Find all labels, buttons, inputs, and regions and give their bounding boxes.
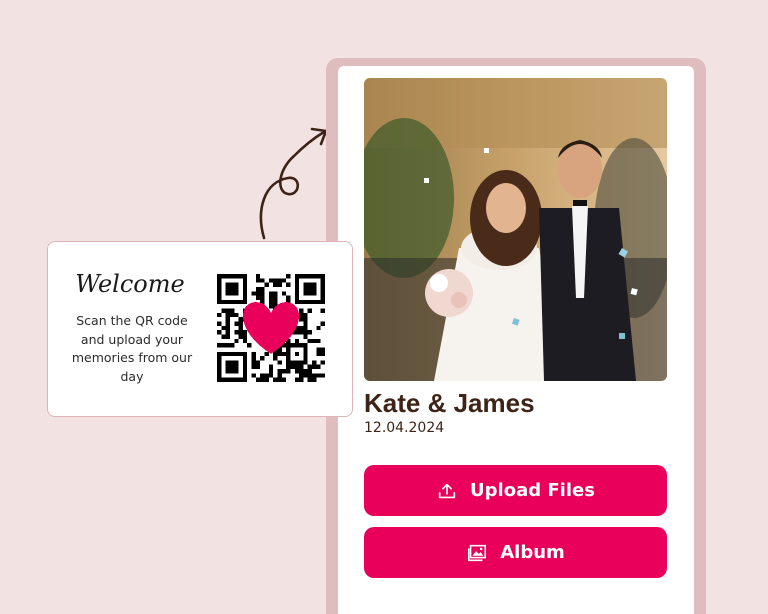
event-date: 12.04.2024 bbox=[364, 420, 445, 436]
couple-name: Kate & James bbox=[364, 388, 535, 418]
wedding-photo bbox=[364, 78, 667, 381]
card-instructions: Scan the QR code and upload your memorie… bbox=[71, 313, 193, 384]
upload-files-label: Upload Files bbox=[470, 480, 595, 501]
welcome-title: Welcome bbox=[75, 270, 185, 298]
upload-icon bbox=[436, 480, 458, 502]
image-gallery-icon bbox=[466, 542, 488, 564]
album-label: Album bbox=[500, 542, 565, 563]
album-button[interactable]: Album bbox=[364, 527, 667, 578]
qr-code[interactable] bbox=[217, 274, 325, 382]
upload-files-button[interactable]: Upload Files bbox=[364, 465, 667, 516]
